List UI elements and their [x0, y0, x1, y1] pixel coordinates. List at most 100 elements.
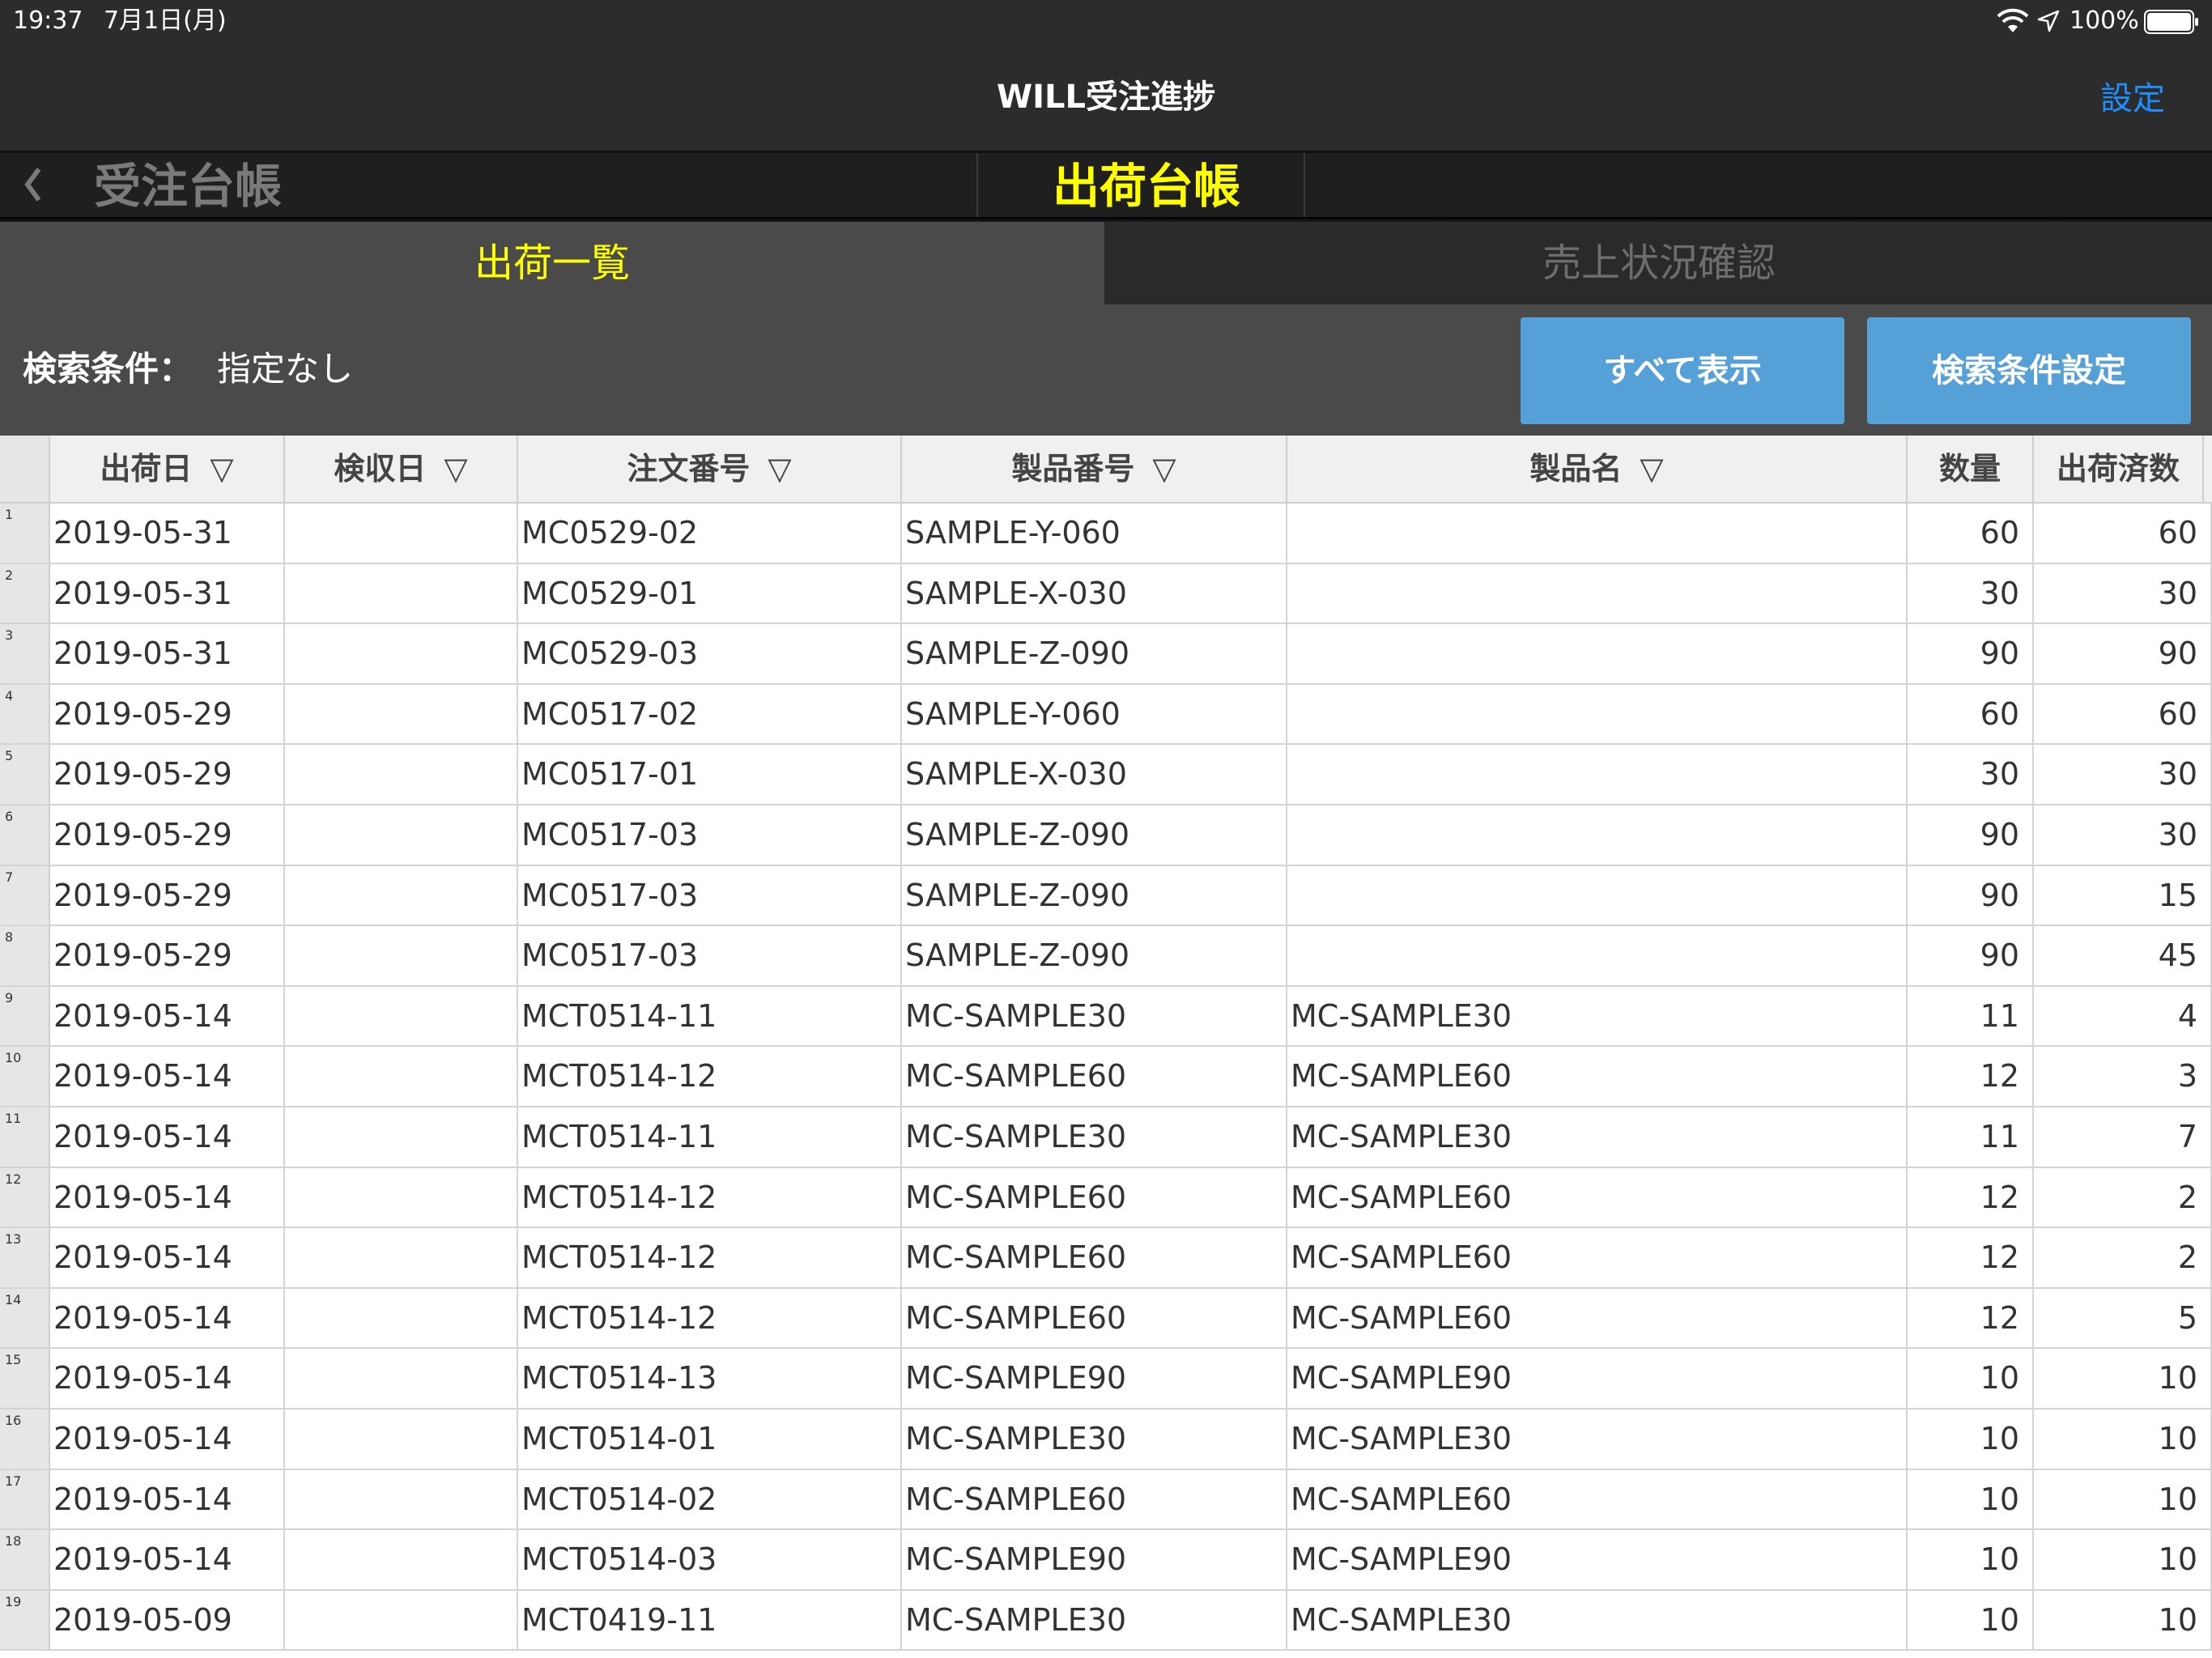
cell-order-number[interactable]: MCT0419-11	[518, 1590, 902, 1650]
cell-product-name[interactable]	[1287, 745, 1908, 804]
cell-shipped-count[interactable]: 10	[2034, 1590, 2212, 1650]
cell-acceptance-date[interactable]	[285, 1288, 518, 1348]
cell-order-number[interactable]: MC0529-01	[518, 563, 902, 623]
cell-ship-date[interactable]: 2019-05-14	[50, 1349, 285, 1408]
cell-quantity[interactable]: 10	[1908, 1469, 2034, 1529]
cell-acceptance-date[interactable]	[285, 1107, 518, 1167]
cell-order-number[interactable]: MC0517-01	[518, 745, 902, 804]
cell-ship-date[interactable]: 2019-05-14	[50, 1228, 285, 1287]
cell-acceptance-date[interactable]	[285, 504, 518, 563]
table-row[interactable]: 17 2019-05-14 MCT0514-02 MC-SAMPLE60 MC-SAMP…	[0, 1469, 2212, 1531]
cell-quantity[interactable]: 90	[1908, 624, 2034, 683]
cell-quantity[interactable]: 60	[1908, 684, 2034, 744]
cell-shipped-count[interactable]: 30	[2034, 563, 2212, 623]
cell-product-number[interactable]: SAMPLE-Z-090	[902, 865, 1287, 925]
cell-shipped-count[interactable]: 3	[2034, 1047, 2212, 1106]
cell-ship-date[interactable]: 2019-05-29	[50, 926, 285, 985]
cell-order-number[interactable]: MCT0514-12	[518, 1047, 902, 1106]
cell-order-number[interactable]: MC0517-02	[518, 684, 902, 744]
cell-ship-date[interactable]: 2019-05-29	[50, 865, 285, 925]
tab-sales-status[interactable]: 売上状況確認	[1106, 222, 2212, 304]
cell-product-name[interactable]: MC-SAMPLE60	[1287, 1469, 1908, 1529]
cell-ship-date[interactable]: 2019-05-14	[50, 1288, 285, 1348]
cell-ship-date[interactable]: 2019-05-14	[50, 1047, 285, 1106]
cell-quantity[interactable]: 12	[1908, 1228, 2034, 1287]
cell-product-name[interactable]: MC-SAMPLE30	[1287, 1590, 1908, 1650]
cell-order-number[interactable]: MCT0514-12	[518, 1167, 902, 1227]
cell-shipped-count[interactable]: 30	[2034, 806, 2212, 865]
cell-acceptance-date[interactable]	[285, 1530, 518, 1589]
cell-product-name[interactable]	[1287, 865, 1908, 925]
cell-acceptance-date[interactable]	[285, 1469, 518, 1529]
cell-acceptance-date[interactable]	[285, 806, 518, 865]
table-row[interactable]: 2 2019-05-31 MC0529-01 SAMPLE-X-030 30 30	[0, 563, 2212, 625]
cell-product-number[interactable]: SAMPLE-X-030	[902, 563, 1287, 623]
table-row[interactable]: 3 2019-05-31 MC0529-03 SAMPLE-Z-090 90 90	[0, 624, 2212, 685]
cell-product-name[interactable]: MC-SAMPLE60	[1287, 1228, 1908, 1287]
cell-product-number[interactable]: MC-SAMPLE60	[902, 1047, 1287, 1106]
column-header-ship-date[interactable]: 出荷日 ▽	[50, 436, 285, 502]
cell-ship-date[interactable]: 2019-05-14	[50, 1409, 285, 1469]
cell-acceptance-date[interactable]	[285, 1047, 518, 1106]
cell-acceptance-date[interactable]	[285, 926, 518, 985]
cell-order-number[interactable]: MCT0514-12	[518, 1228, 902, 1287]
cell-ship-date[interactable]: 2019-05-14	[50, 1469, 285, 1529]
cell-product-number[interactable]: SAMPLE-X-030	[902, 745, 1287, 804]
cell-product-number[interactable]: MC-SAMPLE60	[902, 1469, 1287, 1529]
cell-ship-date[interactable]: 2019-05-14	[50, 1107, 285, 1167]
cell-quantity[interactable]: 10	[1908, 1349, 2034, 1408]
table-row[interactable]: 6 2019-05-29 MC0517-03 SAMPLE-Z-090 90 30	[0, 806, 2212, 866]
cell-shipped-count[interactable]: 60	[2034, 684, 2212, 744]
cell-acceptance-date[interactable]	[285, 745, 518, 804]
cell-acceptance-date[interactable]	[285, 1590, 518, 1650]
tab-shipment-list[interactable]: 出荷一覧	[0, 222, 1104, 304]
table-row[interactable]: 8 2019-05-29 MC0517-03 SAMPLE-Z-090 90 45	[0, 926, 2212, 987]
cell-order-number[interactable]: MCT0514-01	[518, 1409, 902, 1469]
cell-ship-date[interactable]: 2019-05-29	[50, 684, 285, 744]
cell-product-number[interactable]: MC-SAMPLE60	[902, 1228, 1287, 1287]
column-header-shipped-count[interactable]: 出荷済数	[2034, 436, 2204, 502]
column-header-order-number[interactable]: 注文番号 ▽	[518, 436, 902, 502]
cell-acceptance-date[interactable]	[285, 986, 518, 1046]
cell-order-number[interactable]: MCT0514-12	[518, 1288, 902, 1348]
table-row[interactable]: 11 2019-05-14 MCT0514-11 MC-SAMPLE30 MC-SAMP…	[0, 1107, 2212, 1168]
cell-product-number[interactable]: MC-SAMPLE30	[902, 986, 1287, 1046]
cell-shipped-count[interactable]: 90	[2034, 624, 2212, 683]
table-row[interactable]: 5 2019-05-29 MC0517-01 SAMPLE-X-030 30 30	[0, 745, 2212, 806]
cell-ship-date[interactable]: 2019-05-14	[50, 986, 285, 1046]
cell-quantity[interactable]: 90	[1908, 865, 2034, 925]
chevron-left-icon[interactable]	[21, 164, 45, 205]
cell-acceptance-date[interactable]	[285, 1409, 518, 1469]
cell-quantity[interactable]: 30	[1908, 563, 2034, 623]
cell-quantity[interactable]: 12	[1908, 1167, 2034, 1227]
cell-quantity[interactable]: 11	[1908, 986, 2034, 1046]
cell-product-number[interactable]: MC-SAMPLE60	[902, 1288, 1287, 1348]
cell-shipped-count[interactable]: 15	[2034, 865, 2212, 925]
cell-product-name[interactable]	[1287, 684, 1908, 744]
cell-order-number[interactable]: MCT0514-11	[518, 1107, 902, 1167]
tab-shipment-ledger[interactable]: 出荷台帳	[1053, 159, 1240, 213]
cell-quantity[interactable]: 30	[1908, 745, 2034, 804]
cell-acceptance-date[interactable]	[285, 624, 518, 683]
cell-shipped-count[interactable]: 45	[2034, 926, 2212, 985]
cell-order-number[interactable]: MCT0514-02	[518, 1469, 902, 1529]
cell-shipped-count[interactable]: 7	[2034, 1107, 2212, 1167]
table-row[interactable]: 7 2019-05-29 MC0517-03 SAMPLE-Z-090 90 15	[0, 865, 2212, 927]
cell-ship-date[interactable]: 2019-05-31	[50, 504, 285, 563]
table-row[interactable]: 18 2019-05-14 MCT0514-03 MC-SAMPLE90 MC-SAMP…	[0, 1530, 2212, 1591]
cell-product-name[interactable]: MC-SAMPLE90	[1287, 1349, 1908, 1408]
cell-product-number[interactable]: SAMPLE-Y-060	[902, 684, 1287, 744]
cell-product-number[interactable]: SAMPLE-Y-060	[902, 504, 1287, 563]
cell-shipped-count[interactable]: 10	[2034, 1349, 2212, 1408]
show-all-button[interactable]: すべて表示	[1521, 317, 1844, 424]
table-row[interactable]: 19 2019-05-09 MCT0419-11 MC-SAMPLE30 MC-SAMP…	[0, 1590, 2212, 1652]
cell-order-number[interactable]: MC0529-03	[518, 624, 902, 683]
cell-shipped-count[interactable]: 2	[2034, 1167, 2212, 1227]
cell-ship-date[interactable]: 2019-05-14	[50, 1167, 285, 1227]
table-row[interactable]: 14 2019-05-14 MCT0514-12 MC-SAMPLE60 MC-SAMP…	[0, 1288, 2212, 1350]
cell-product-number[interactable]: MC-SAMPLE90	[902, 1349, 1287, 1408]
cell-product-name[interactable]: MC-SAMPLE60	[1287, 1288, 1908, 1348]
cell-product-number[interactable]: SAMPLE-Z-090	[902, 926, 1287, 985]
column-header-product-number[interactable]: 製品番号 ▽	[902, 436, 1287, 502]
cell-shipped-count[interactable]: 5	[2034, 1288, 2212, 1348]
